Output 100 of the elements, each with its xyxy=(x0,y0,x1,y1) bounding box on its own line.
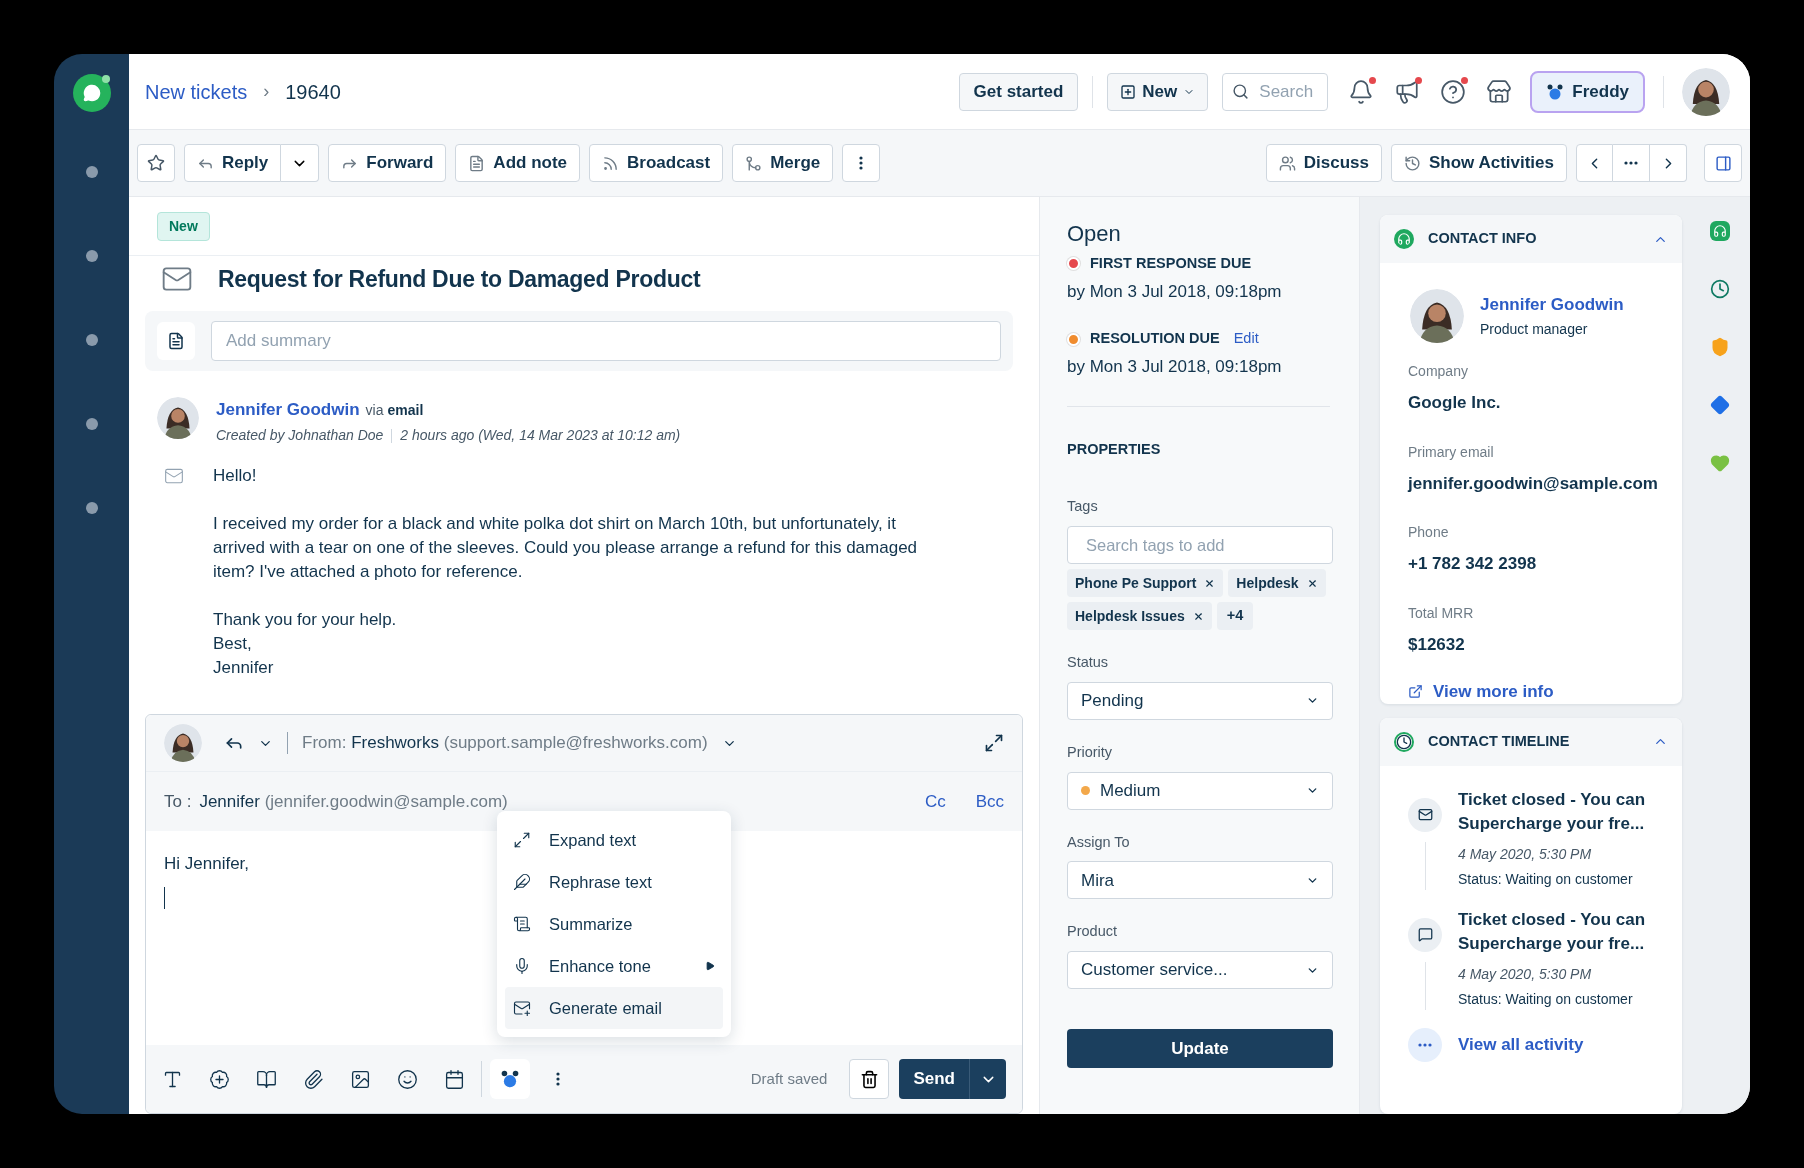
bell-icon[interactable] xyxy=(1348,78,1375,105)
to-label: To : xyxy=(164,790,192,813)
message-line: Jennifer xyxy=(213,657,275,679)
star-button[interactable] xyxy=(137,144,175,182)
more-icon[interactable] xyxy=(556,1072,560,1086)
activities-icon xyxy=(1404,154,1421,172)
get-started-button[interactable]: Get started xyxy=(958,72,1079,111)
cc-link[interactable]: Cc xyxy=(924,788,946,815)
freddy-logo-icon xyxy=(1546,83,1565,100)
help-icon[interactable] xyxy=(1440,78,1467,105)
menu-item[interactable]: Enhance tone xyxy=(505,945,723,987)
nav-item-icon[interactable] xyxy=(85,502,98,514)
expand-icon[interactable] xyxy=(984,733,1004,753)
timeline-time: 4 May 2020, 5:30 PM xyxy=(1458,964,1593,984)
author-name[interactable]: Jennifer Goodwin xyxy=(216,396,360,422)
diamond-icon[interactable] xyxy=(1710,395,1730,415)
menu-item[interactable]: Generate email xyxy=(505,987,723,1029)
user-avatar xyxy=(1682,67,1730,116)
dropdown-field[interactable]: Customer service... xyxy=(1067,951,1333,989)
ticket-number: 19640 xyxy=(285,79,341,105)
menu-item[interactable]: Rephrase text xyxy=(505,861,723,903)
delete-button[interactable] xyxy=(849,1059,890,1099)
more-icon xyxy=(859,156,864,170)
headset-icon xyxy=(1394,229,1414,249)
message-line: Best, xyxy=(213,633,253,655)
star-icon xyxy=(147,154,165,172)
tags-field[interactable]: Search tags to add xyxy=(1067,526,1333,564)
recipient-field[interactable]: Jennifer (jennifer.goodwin@sample.com) xyxy=(199,788,508,815)
nav-item-icon[interactable] xyxy=(85,418,98,430)
toolbar-button[interactable]: Merge xyxy=(732,144,834,182)
timeline-title[interactable]: Ticket closed - You can Supercharge your fre... xyxy=(1458,907,1654,956)
remove-tag-icon[interactable] xyxy=(1306,577,1318,589)
tag-chip: Helpdesk Issues xyxy=(1067,602,1212,630)
remove-tag-icon[interactable] xyxy=(1204,577,1216,589)
app-logo-icon[interactable] xyxy=(72,74,111,112)
clock-icon[interactable] xyxy=(1710,279,1730,299)
image-icon[interactable] xyxy=(350,1068,371,1090)
new-button[interactable]: New xyxy=(1107,72,1209,111)
contact-role: Product manager xyxy=(1480,320,1589,340)
timeline-title[interactable]: Ticket closed - You can Supercharge your fre... xyxy=(1458,787,1654,836)
created-time: 2 hours ago (Wed, 14 Mar 2023 at 10:12 am) xyxy=(400,426,681,445)
toolbar-button[interactable]: Show Activities xyxy=(1391,144,1567,182)
field-label: Status xyxy=(1067,653,1110,672)
toolbar-button[interactable]: Forward xyxy=(328,144,447,182)
contact-name[interactable]: Jennifer Goodwin xyxy=(1480,291,1624,318)
search-field[interactable]: Search xyxy=(1222,72,1329,111)
store-icon[interactable] xyxy=(1486,78,1513,105)
breadcrumb-link[interactable]: New tickets xyxy=(145,76,248,107)
summary-field[interactable]: Add summary xyxy=(211,320,1001,361)
toolbar-button[interactable]: Reply xyxy=(184,144,282,182)
field-value: $12632 xyxy=(1408,633,1466,656)
freddy-button[interactable]: Freddy xyxy=(1530,70,1645,113)
field-label: Assign To xyxy=(1067,832,1131,852)
nav-item-icon[interactable] xyxy=(85,334,98,346)
bcc-link[interactable]: Bcc xyxy=(975,788,1004,815)
nav-item-icon[interactable] xyxy=(85,250,98,262)
sla-due-date: by Mon 3 Jul 2018, 09:18pm xyxy=(1067,280,1283,303)
calendar-icon[interactable] xyxy=(444,1068,465,1090)
headset-icon[interactable] xyxy=(1710,221,1730,241)
timeline-status: Status: Waiting on customer xyxy=(1458,989,1634,1009)
book-icon[interactable] xyxy=(256,1068,277,1090)
message-paragraph: I received my order for a black and white polka dot shirt on March 10th, but unfortunately, it arrived with a tear on one of the sleeves. Could you please arrange a refund for this damaged item? I've attached a photo for reference. xyxy=(213,513,919,583)
channel-label: email xyxy=(387,400,424,420)
toolbar-button[interactable]: Broadcast xyxy=(589,144,724,182)
menu-item[interactable]: Summarize xyxy=(505,903,723,945)
dropdown-field[interactable]: Medium xyxy=(1067,771,1333,810)
mail-icon xyxy=(1417,807,1433,822)
external-link-icon xyxy=(1408,684,1423,700)
message-line: Thank you for your help. xyxy=(213,609,398,631)
toolbar-button[interactable]: Add note xyxy=(455,144,580,182)
dropdown-field[interactable]: Mira xyxy=(1067,861,1333,900)
badge-icon[interactable] xyxy=(209,1068,230,1090)
toolbar-button[interactable]: Discuss xyxy=(1265,144,1382,182)
nav-item-icon[interactable] xyxy=(85,166,98,178)
panel-toggle-button[interactable] xyxy=(1704,144,1742,182)
ai-assistant-button[interactable] xyxy=(490,1059,530,1099)
smiley-icon[interactable] xyxy=(397,1068,418,1090)
edit-link[interactable]: Edit xyxy=(1233,328,1259,350)
reply-body[interactable]: Hi Jennifer, xyxy=(164,851,250,877)
breadcrumb-separator: › xyxy=(263,80,270,103)
view-all-activity-link[interactable]: View all activity xyxy=(1458,1031,1584,1058)
field-label: Primary email xyxy=(1408,442,1495,462)
ticket-status: Open xyxy=(1067,220,1122,248)
sla-label: FIRST RESPONSE DUE xyxy=(1090,254,1252,273)
field-label: Total MRR xyxy=(1408,603,1475,623)
dropdown-field[interactable]: Pending xyxy=(1067,681,1333,720)
sla-label: RESOLUTION DUE xyxy=(1090,329,1220,349)
paperclip-icon[interactable] xyxy=(303,1068,324,1090)
remove-tag-icon[interactable] xyxy=(1192,610,1204,622)
more-tags-chip[interactable]: +4 xyxy=(1216,602,1254,630)
contact-avatar xyxy=(1410,289,1464,343)
clock-icon xyxy=(1394,731,1414,752)
trash-icon xyxy=(859,1069,879,1089)
menu-item[interactable]: Expand text xyxy=(505,819,723,861)
view-more-link[interactable]: View more info xyxy=(1433,679,1554,704)
sla-due-date: by Mon 3 Jul 2018, 09:18pm xyxy=(1067,356,1283,378)
expand-icon xyxy=(513,831,531,849)
field-label: Priority xyxy=(1067,742,1114,762)
message-paragraph: Hello! xyxy=(213,465,258,487)
update-button[interactable]: Update xyxy=(1067,1029,1333,1068)
